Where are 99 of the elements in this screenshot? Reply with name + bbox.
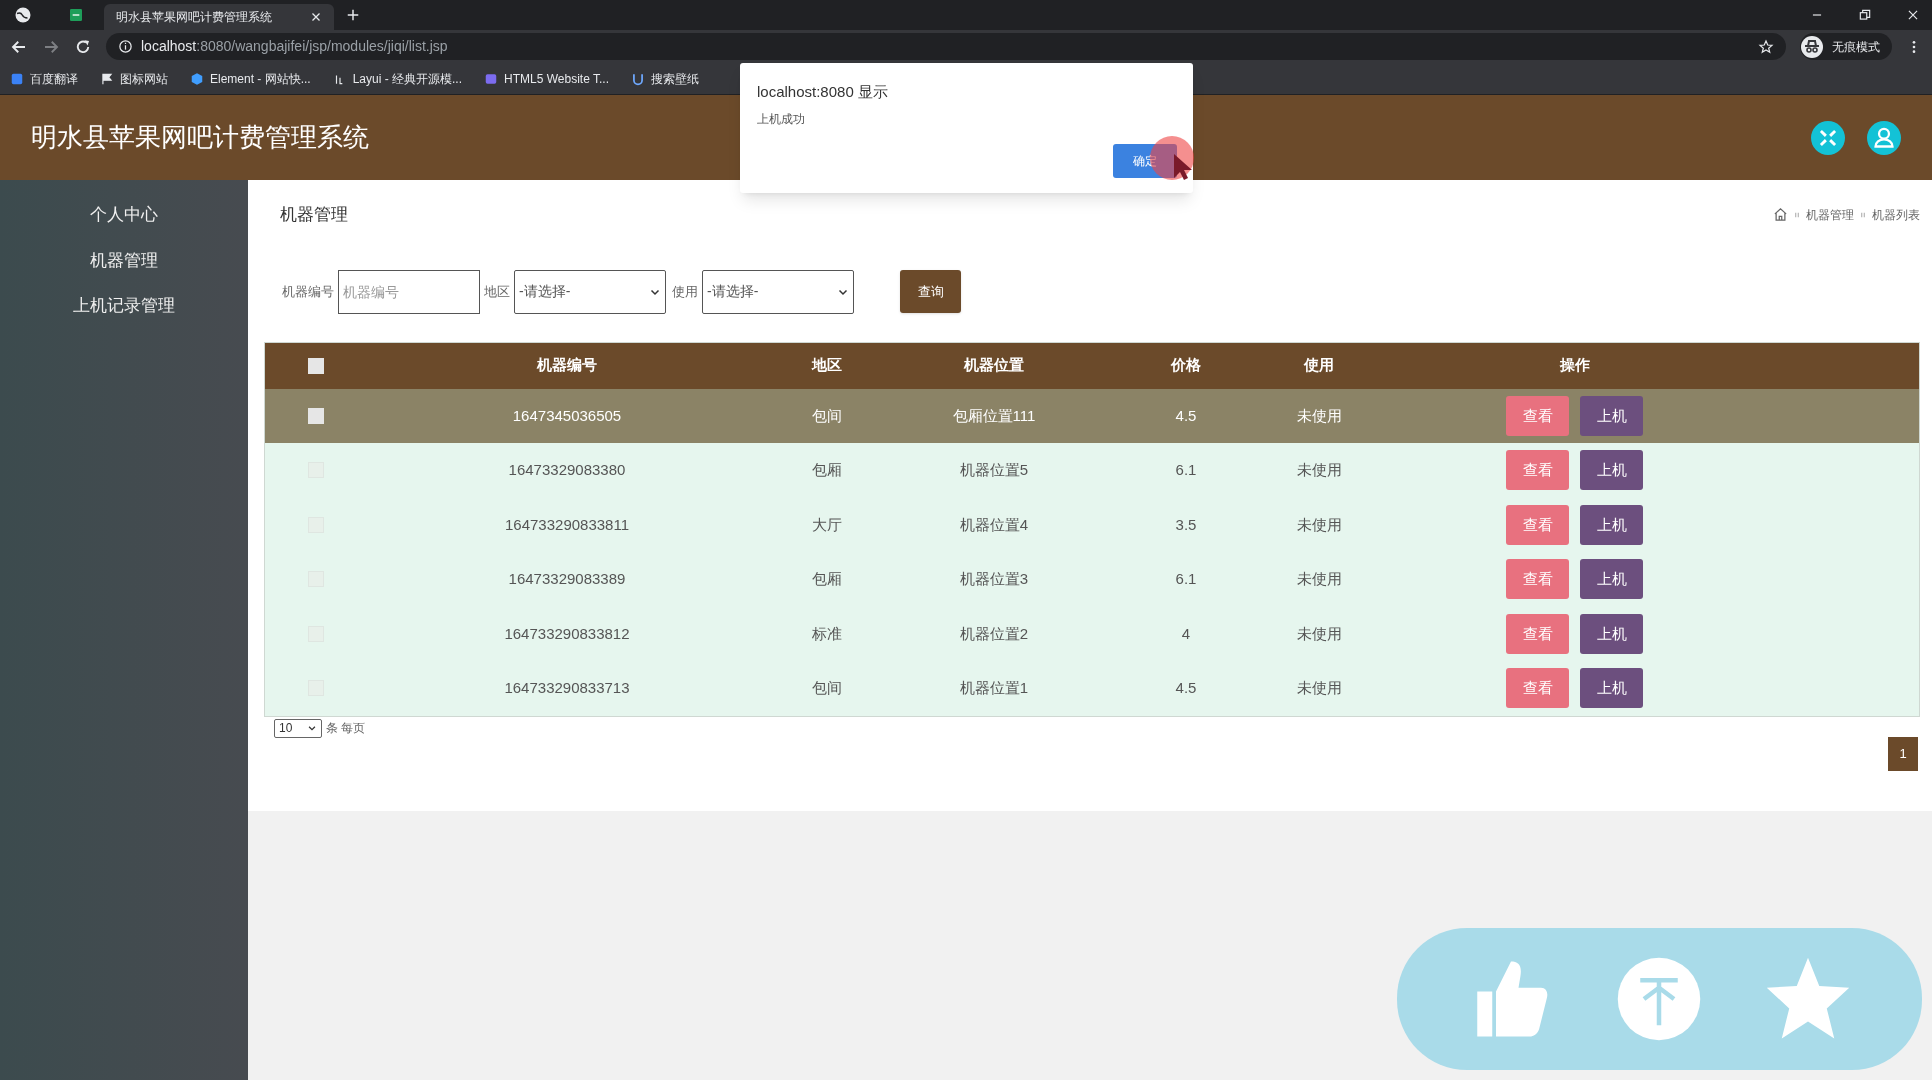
start-session-button[interactable]: 上机 — [1580, 450, 1643, 491]
dialog-message: 上机成功 — [757, 110, 806, 128]
translate-icon — [10, 71, 24, 86]
table-cell-text: 包间 — [812, 405, 842, 426]
restore-icon[interactable] — [1858, 8, 1872, 22]
close-icon[interactable] — [1906, 8, 1920, 22]
table-row[interactable]: 164733290833812 标准 机器位置2 4 未使用 查看 上机 — [265, 606, 1919, 661]
page-title: 机器管理 — [280, 204, 348, 226]
start-session-button[interactable]: 上机 — [1580, 613, 1643, 654]
dropdown[interactable]: -请选择- — [702, 269, 854, 314]
table-cell-text: 包厢位置111 — [952, 405, 1036, 426]
table-cell-text: 164733290833713 — [504, 678, 630, 698]
bookmark[interactable]: 图标网站 — [100, 69, 168, 88]
machine-number-field[interactable]: 机器编号 — [338, 269, 480, 314]
window-icon — [484, 71, 499, 86]
bookmark[interactable]: 搜索壁纸 — [631, 69, 699, 88]
info-icon — [118, 39, 133, 54]
table-cell-text: 3.5 — [1175, 514, 1197, 535]
start-session-button[interactable]: 上机 — [1580, 559, 1643, 600]
table-cell-text: 1647345036505 — [512, 405, 622, 426]
table-cell-text: 机器位置2 — [959, 623, 1029, 644]
table-cell-text: 机器位置5 — [959, 460, 1029, 480]
start-session-button[interactable]: 上机 — [1580, 504, 1643, 545]
table-cell-text: 未使用 — [1296, 569, 1342, 589]
table-cell-text: 4 — [1181, 623, 1191, 644]
user-icon[interactable] — [1867, 120, 1901, 155]
page-button[interactable]: 1 — [1888, 736, 1918, 771]
ok-button[interactable]: 确定 — [1113, 144, 1177, 178]
table-cell-text: 包厢 — [812, 460, 842, 480]
table-row[interactable]: 16473329083380 包厢 机器位置5 6.1 未使用 查看 上机 — [265, 443, 1919, 498]
bookmark[interactable]: 百度翻译 — [10, 69, 78, 88]
filter-label: 地区 — [484, 282, 510, 301]
column-header: 机器编号 — [537, 355, 597, 376]
table-cell-text: 未使用 — [1296, 460, 1342, 480]
reload-icon[interactable] — [74, 37, 92, 56]
bookmark[interactable]: Layui - 经典开源模... — [332, 69, 463, 88]
table-cell-text: 机器位置3 — [959, 569, 1029, 589]
table-cell-text: 未使用 — [1296, 405, 1342, 426]
table-cell-text: 4.5 — [1175, 678, 1197, 698]
table-cell-text: 机器位置4 — [959, 514, 1029, 535]
table-cell-text: 未使用 — [1296, 514, 1342, 535]
column-header: 操作 — [1559, 355, 1590, 376]
table-cell-text: 机器位置1 — [959, 678, 1029, 698]
table-cell-text: 164733290833811 — [505, 514, 629, 535]
close-icon[interactable] — [310, 11, 322, 23]
new-tab-icon[interactable] — [346, 8, 360, 22]
table-cell-text: 164733290833812 — [504, 623, 630, 644]
star-icon[interactable] — [1758, 38, 1774, 55]
start-session-button[interactable]: 上机 — [1580, 395, 1643, 436]
table-cell-text: 包间 — [812, 678, 842, 698]
bookmark[interactable]: HTML5 Website T... — [484, 69, 609, 88]
column-header: 价格 — [1171, 355, 1201, 376]
incognito-icon — [1800, 34, 1824, 59]
table-cell-text: 大厅 — [812, 514, 842, 535]
filter-label: 使用 — [672, 282, 698, 301]
table-cell-text: 未使用 — [1296, 623, 1342, 644]
page-size-select[interactable]: 10 — [274, 718, 322, 738]
table-cell-text: 4.5 — [1175, 405, 1197, 426]
url-text: localhost:8080/wangbajifei/jsp/modules/jiqi/list.jsp — [141, 37, 448, 56]
incognito-badge[interactable]: 无痕模式 — [1800, 33, 1892, 60]
browser-tab[interactable]: 明水县苹果网吧计费管理系统 — [104, 4, 334, 30]
flag-icon — [100, 71, 114, 86]
checkbox[interactable] — [308, 407, 324, 424]
table-row[interactable]: 164733290833713 包间 机器位置1 4.5 未使用 查看 上机 — [265, 661, 1919, 716]
page-size-label: 条 每页 — [326, 720, 366, 737]
table-row[interactable]: 164733290833811 大厅 机器位置4 3.5 未使用 查看 上机 — [265, 497, 1919, 552]
column-header: 地区 — [812, 355, 842, 376]
column-header: 使用 — [1304, 355, 1334, 376]
app-title: 明水县苹果网吧计费管理系统 — [31, 121, 369, 154]
table-row[interactable]: 16473329083389 包厢 机器位置3 6.1 未使用 查看 上机 — [265, 552, 1919, 607]
table-row[interactable]: 1647345036505 包间 包厢位置111 4.5 未使用 查看 上机 — [265, 388, 1919, 443]
checkbox[interactable] — [308, 357, 324, 374]
start-session-button[interactable]: 上机 — [1580, 668, 1643, 709]
dropdown[interactable]: -请选择- — [514, 269, 666, 314]
hexagon-icon — [190, 71, 204, 86]
sidebar-item[interactable]: 机器管理 — [90, 247, 158, 273]
breadcrumb-link[interactable]: 机器管理 — [1806, 205, 1854, 224]
table-cell-text: 6.1 — [1175, 569, 1197, 589]
table-cell-text: 6.1 — [1175, 460, 1197, 480]
table-cell-text: 包厢 — [812, 569, 842, 589]
address-bar[interactable]: localhost:8080/wangbajifei/jsp/modules/jiqi/list.jsp — [106, 33, 1786, 60]
home-icon[interactable] — [1773, 207, 1788, 223]
filter-label: 机器编号 — [282, 282, 334, 301]
search-button[interactable]: 查询 — [900, 270, 961, 313]
table-cell-text: 标准 — [812, 623, 842, 644]
shrink-icon[interactable] — [1811, 120, 1845, 155]
dialog-title: localhost:8080 显示 — [757, 82, 889, 102]
globe-icon — [14, 6, 32, 24]
cup-icon — [631, 71, 645, 86]
spreadsheet-icon[interactable] — [68, 7, 84, 23]
bookmark[interactable]: Element - 网站快... — [190, 69, 311, 88]
column-header: 机器位置 — [964, 355, 1024, 376]
table-cell-text: 16473329083380 — [508, 460, 626, 480]
sidebar-item[interactable]: 个人中心 — [90, 202, 158, 228]
breadcrumb-link[interactable]: 机器列表 — [1872, 205, 1920, 224]
table-cell-text: 未使用 — [1296, 678, 1342, 698]
sidebar-item[interactable]: 上机记录管理 — [73, 293, 175, 319]
chevron-icon — [307, 723, 317, 733]
table-cell-text: 16473329083389 — [508, 569, 626, 589]
